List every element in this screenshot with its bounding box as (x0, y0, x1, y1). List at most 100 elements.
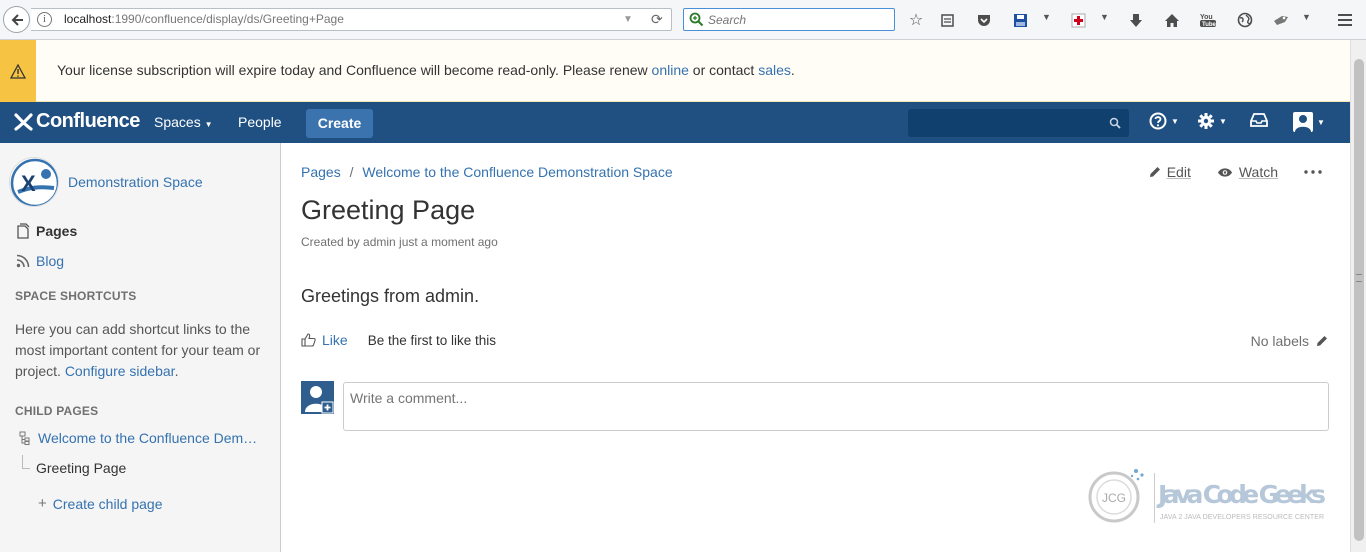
pocket-icon[interactable] (973, 9, 995, 31)
configure-sidebar-link[interactable]: Configure sidebar (65, 363, 175, 379)
settings-menu-button[interactable]: ▼ (1197, 112, 1227, 130)
logo-text: Confluence (36, 110, 140, 132)
search-icon (1109, 117, 1121, 129)
watch-button[interactable]: Watch (1217, 164, 1278, 180)
pages-icon (15, 223, 31, 239)
confluence-x-icon (14, 112, 33, 131)
breadcrumb: Pages / Welcome to the Confluence Demons… (301, 164, 673, 180)
space-name-link[interactable]: Demonstration Space (68, 174, 203, 190)
jcg-logo-icon: JCG Java Code Geeks JAVA 2 JAVA DEVELOPE… (1088, 469, 1326, 523)
notifications-button[interactable] (1250, 112, 1268, 128)
license-message: Your license subscription will expire to… (57, 62, 795, 78)
inbox-icon (1250, 113, 1268, 127)
chevron-down-icon: ▼ (1219, 116, 1227, 126)
youtube-icon[interactable]: You Tube (1197, 9, 1219, 31)
tree-item-label: Welcome to the Confluence Dem… (38, 430, 258, 446)
breadcrumb-parent-link[interactable]: Welcome to the Confluence Demonstration … (362, 164, 672, 180)
help-icon (1149, 112, 1167, 130)
comment-box[interactable] (343, 382, 1329, 431)
scrollbar-thumb[interactable] (1354, 59, 1364, 541)
browser-toolbar: i localhost:1990/confluence/display/ds/G… (0, 0, 1366, 40)
comment-input[interactable] (350, 389, 1310, 407)
chevron-down-icon: ▼ (1171, 116, 1179, 126)
browser-search[interactable] (683, 8, 895, 31)
labels-area[interactable]: No labels (1251, 333, 1328, 349)
license-warning-banner: Your license subscription will expire to… (0, 40, 1350, 102)
rss-icon (15, 253, 31, 269)
pencil-icon (1149, 167, 1160, 177)
eye-icon (1217, 167, 1232, 177)
url-dropdown-icon[interactable]: ▼ (623, 9, 633, 30)
sidebar-item-pages[interactable]: Pages (15, 223, 77, 239)
page-body-text: Greetings from admin. (301, 286, 480, 306)
url-text: localhost:1990/confluence/display/ds/Gre… (64, 12, 344, 26)
space-shortcuts-heading: SPACE SHORTCUTS (15, 289, 137, 303)
addon-dropdown-icon[interactable]: ▼ (1100, 12, 1109, 22)
edit-button[interactable]: Edit (1149, 164, 1191, 180)
addon-red-cross-icon[interactable] (1067, 9, 1089, 31)
sidebar-item-label: Pages (36, 223, 78, 239)
watch-label: Watch (1238, 164, 1278, 180)
sidebar-item-blog[interactable]: Blog (15, 253, 64, 269)
like-button[interactable]: Like (301, 332, 348, 348)
home-icon[interactable] (1161, 9, 1183, 31)
create-button[interactable]: Create (306, 109, 373, 138)
nav-people[interactable]: People (238, 114, 282, 130)
like-label: Like (322, 332, 348, 348)
extension-dropdown-icon[interactable]: ▼ (1302, 12, 1311, 22)
globe-icon[interactable] (1234, 9, 1256, 31)
reload-icon[interactable]: ⟳ (651, 9, 663, 30)
nav-spaces[interactable]: Spaces ▼ (154, 114, 213, 130)
save-dropdown-icon[interactable]: ▼ (1042, 12, 1051, 22)
info-icon[interactable]: i (37, 12, 52, 27)
jcg-tagline-text: JAVA 2 JAVA DEVELOPERS RESOURCE CENTER (1160, 514, 1324, 521)
app-header: Confluence Spaces ▼ People Create ▼ ▼ ▼ (0, 102, 1350, 143)
child-pages-heading: CHILD PAGES (15, 404, 99, 418)
warning-icon-block (0, 40, 36, 102)
shortcuts-help-text: Here you can add shortcut links to the m… (15, 321, 261, 379)
browser-search-input[interactable] (708, 11, 888, 29)
create-child-page-link[interactable]: + Create child page (38, 495, 163, 512)
download-icon[interactable] (1125, 9, 1147, 31)
page-title: Greeting Page (301, 195, 476, 225)
window-scrollbar[interactable] (1350, 40, 1366, 552)
demonstration-space-logo-icon: X (10, 158, 58, 206)
back-button[interactable] (3, 6, 30, 33)
space-logo[interactable]: X (9, 157, 59, 207)
quick-search-input[interactable] (908, 109, 1129, 137)
chevron-down-icon: ▼ (1317, 117, 1325, 127)
breadcrumb-separator: / (349, 164, 354, 180)
scrollbar-grip (1356, 274, 1362, 282)
create-child-label: Create child page (52, 495, 163, 512)
save-icon[interactable] (1009, 9, 1031, 31)
thumbs-up-icon (301, 333, 316, 347)
user-menu-button[interactable]: ▼ (1293, 112, 1325, 132)
jcg-brand-text: Java Code Geeks (1156, 480, 1326, 509)
reading-list-icon[interactable] (936, 9, 958, 31)
user-avatar-icon (1293, 112, 1313, 132)
sidebar-item-label: Blog (36, 253, 65, 269)
extension-icon[interactable] (1270, 9, 1292, 31)
edit-labels-pencil-icon (1317, 336, 1327, 346)
svg-text:X: X (21, 171, 36, 196)
tree-item-current-page[interactable]: Greeting Page (36, 460, 126, 476)
jcg-badge-text: JCG (1102, 491, 1126, 505)
url-bar[interactable]: i localhost:1990/confluence/display/ds/G… (31, 8, 672, 31)
more-actions-button[interactable] (1304, 170, 1322, 174)
bookmark-star-icon[interactable]: ☆ (905, 9, 927, 31)
gear-icon (1198, 113, 1214, 129)
warning-icon (10, 63, 26, 79)
renew-online-link[interactable]: online (652, 62, 689, 78)
java-code-geeks-watermark: JCG Java Code Geeks JAVA 2 JAVA DEVELOPE… (1088, 465, 1328, 527)
hamburger-menu-icon[interactable] (1334, 9, 1356, 31)
breadcrumb-pages-link[interactable]: Pages (301, 164, 341, 180)
tree-item-parent-page[interactable]: Welcome to the Confluence Dem… (17, 430, 257, 446)
page-tree-icon (17, 430, 33, 446)
confluence-logo[interactable]: Confluence (14, 110, 140, 133)
contact-sales-link[interactable]: sales (758, 62, 791, 78)
plus-icon: + (38, 495, 47, 512)
commenter-avatar (301, 381, 334, 414)
page-actions: Edit Watch (1123, 164, 1322, 180)
page-metadata: Created by admin just a moment ago (301, 235, 498, 249)
help-menu-button[interactable]: ▼ (1149, 112, 1179, 130)
